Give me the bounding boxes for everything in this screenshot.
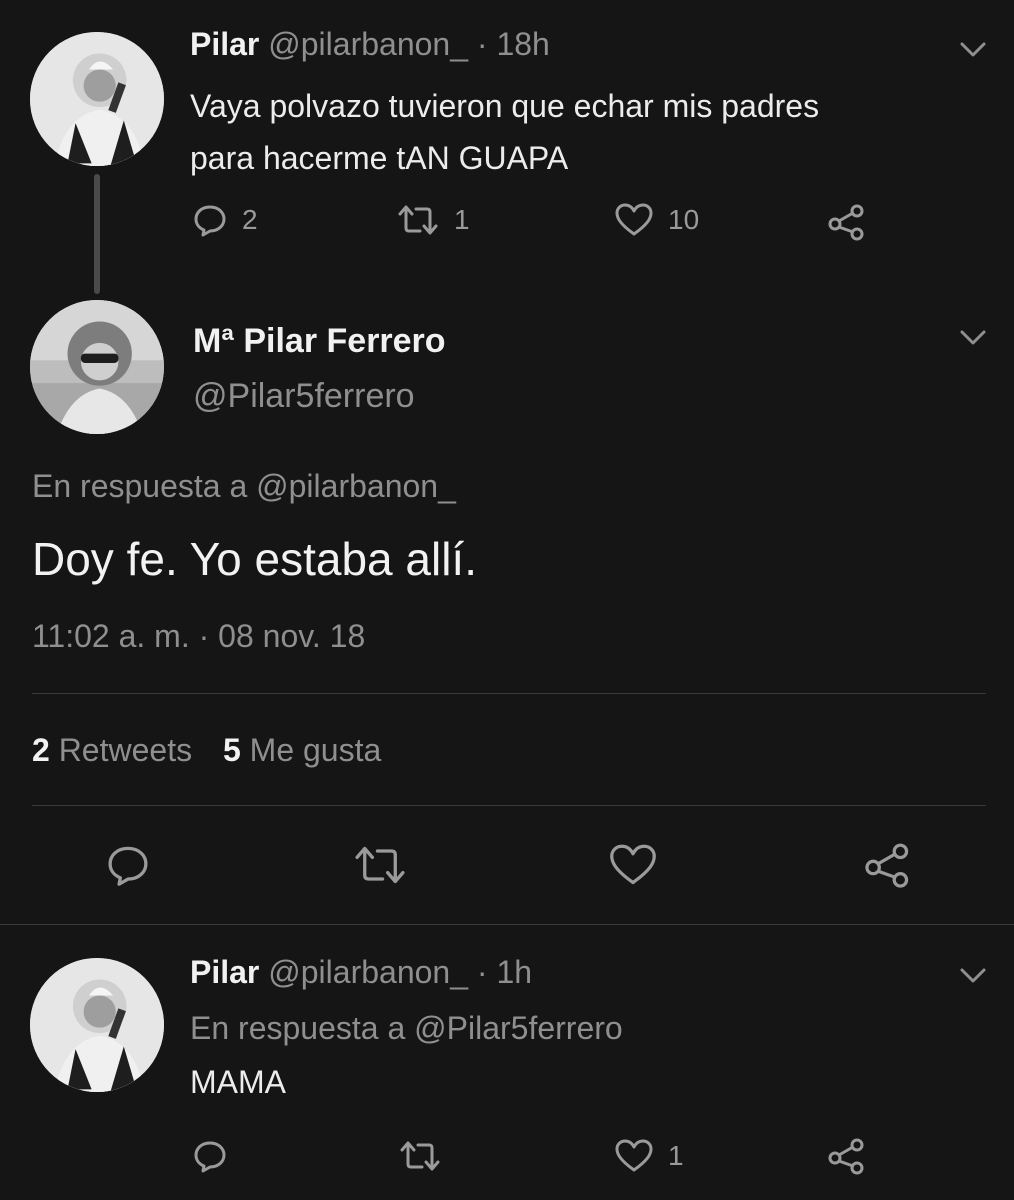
share-icon bbox=[865, 843, 909, 888]
like-button[interactable] bbox=[608, 842, 658, 888]
reply-icon bbox=[194, 205, 226, 237]
thread-line bbox=[94, 174, 100, 294]
like-button[interactable]: 1 bbox=[614, 1138, 684, 1174]
retweet-button[interactable] bbox=[398, 1138, 442, 1174]
reply-count: 2 bbox=[242, 204, 258, 235]
likes-stat[interactable]: 5 Me gusta bbox=[223, 732, 381, 768]
avatar-image bbox=[30, 32, 164, 166]
retweet-icon bbox=[398, 205, 438, 235]
avatar[interactable] bbox=[30, 32, 164, 166]
reply-button[interactable] bbox=[192, 1138, 228, 1174]
timestamp[interactable]: · 1h bbox=[477, 954, 532, 990]
display-name[interactable]: Mª Pilar Ferrero bbox=[193, 322, 446, 361]
chevron-down-icon[interactable] bbox=[958, 40, 988, 60]
reply-to-label[interactable]: En respuesta a @Pilar5ferrero bbox=[190, 1010, 623, 1047]
reply-to-label[interactable]: En respuesta a @pilarbanon_ bbox=[32, 468, 456, 505]
chevron-down-icon[interactable] bbox=[958, 966, 988, 986]
share-button[interactable] bbox=[862, 840, 914, 890]
divider bbox=[0, 924, 1014, 925]
tweet-text: Doy fe. Yo estaba allí. bbox=[32, 533, 477, 585]
share-icon bbox=[828, 204, 864, 241]
avatar[interactable] bbox=[30, 300, 164, 434]
share-button[interactable] bbox=[826, 202, 868, 242]
divider bbox=[32, 693, 986, 694]
avatar-image bbox=[30, 300, 164, 434]
like-label: Me gusta bbox=[249, 732, 382, 768]
retweets-stat[interactable]: 2 Retweets bbox=[32, 732, 201, 768]
divider bbox=[32, 805, 986, 806]
avatar[interactable] bbox=[30, 958, 164, 1092]
like-count: 1 bbox=[668, 1140, 684, 1171]
reply-button[interactable] bbox=[105, 842, 151, 888]
retweet-icon bbox=[355, 846, 405, 884]
display-name[interactable]: Pilar bbox=[190, 954, 259, 990]
avatar-image bbox=[30, 958, 164, 1092]
retweet-label: Retweets bbox=[58, 732, 193, 768]
retweet-count: 2 bbox=[32, 732, 50, 768]
chevron-down-icon[interactable] bbox=[958, 328, 988, 348]
retweet-icon bbox=[400, 1141, 440, 1171]
handle[interactable]: @Pilar5ferrero bbox=[193, 377, 415, 416]
heart-icon bbox=[615, 203, 653, 236]
tweet-text-line: para hacerme tAN GUAPA bbox=[190, 140, 569, 176]
engagement-stats: 2 Retweets 5 Me gusta bbox=[32, 732, 381, 769]
tweet-text-line: Vaya polvazo tuvieron que echar mis padr… bbox=[190, 88, 820, 124]
like-button[interactable]: 10 bbox=[614, 202, 699, 238]
reply-icon bbox=[108, 846, 148, 886]
share-icon bbox=[828, 1138, 864, 1175]
share-button[interactable] bbox=[826, 1136, 868, 1176]
tweet-timestamp[interactable]: 11:02 a. m. · 08 nov. 18 bbox=[32, 618, 365, 655]
handle[interactable]: @pilarbanon_ bbox=[268, 26, 468, 62]
tweet-text: MAMA bbox=[190, 1064, 286, 1100]
tweet-header: Pilar @pilarbanon_ · 18h bbox=[190, 26, 550, 63]
tweet-header: Pilar @pilarbanon_ · 1h bbox=[190, 954, 532, 991]
retweet-count: 1 bbox=[454, 204, 470, 235]
retweet-button[interactable] bbox=[352, 842, 408, 888]
display-name[interactable]: Pilar bbox=[190, 26, 259, 62]
like-count: 5 bbox=[222, 732, 241, 768]
reply-icon bbox=[194, 1141, 226, 1173]
heart-icon bbox=[610, 844, 656, 885]
retweet-button[interactable]: 1 bbox=[396, 202, 470, 238]
timestamp[interactable]: · 18h bbox=[477, 26, 550, 62]
tweet-text: Vaya polvazo tuvieron que echar mis padr… bbox=[190, 80, 819, 184]
reply-button[interactable]: 2 bbox=[192, 202, 258, 238]
handle[interactable]: @pilarbanon_ bbox=[268, 954, 468, 990]
like-count: 10 bbox=[668, 204, 700, 235]
heart-icon bbox=[615, 1139, 653, 1172]
